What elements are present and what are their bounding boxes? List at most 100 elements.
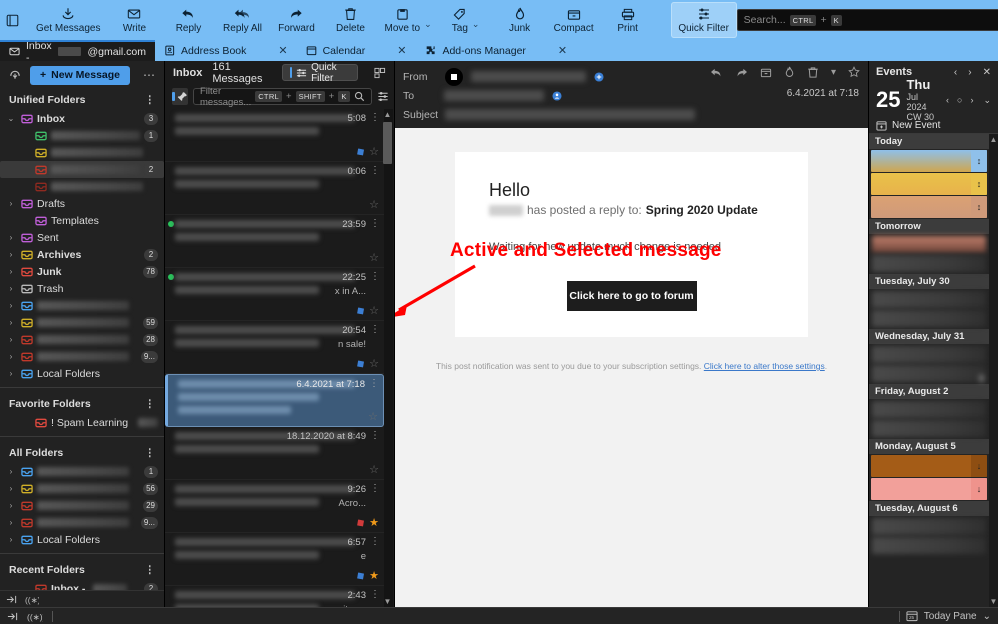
folder-item-redacted[interactable]: › 9... [0,514,164,531]
folder-twisty-icon[interactable]: › [6,318,16,327]
folder-twisty-icon[interactable]: › [6,267,16,276]
star-icon[interactable]: ☆ [369,251,379,264]
message-row-menu-icon[interactable]: ⋮ [370,430,380,441]
event-resize-handle[interactable]: ↕ [971,196,987,218]
tag-icon[interactable]: ◆ [353,568,367,584]
close-icon[interactable]: ✕ [397,44,406,57]
connection-icon[interactable]: ((∗)) [27,611,43,622]
events-scroll-down-icon[interactable]: ▼ [989,596,998,607]
events-close-button[interactable]: ✕ [983,67,991,78]
today-pane-icon[interactable]: 25 [906,610,918,622]
expand-minimonth-button[interactable]: ⌄ [983,95,991,106]
message-row-menu-icon[interactable]: ⋮ [370,324,380,335]
folder-item-drafts[interactable]: › Drafts [0,195,164,212]
folder-twisty-icon[interactable]: › [6,284,16,293]
message-row[interactable]: 23:59 ⋮ ☆ [165,215,384,268]
star-icon[interactable]: ★ [369,516,379,529]
global-search-input[interactable]: Search... CTRL + K [736,9,998,31]
tab-addons-manager[interactable]: Add-ons Manager ✕ [415,40,576,61]
folder-section-menu-icon[interactable]: ⋮ [145,447,156,459]
quick-filter-button[interactable]: Quick Filter [281,62,358,84]
quick-filter-toolbar-button[interactable]: Quick Filter [670,2,737,38]
search-icon[interactable] [354,91,365,102]
mini-prev-button[interactable]: ‹ [946,95,949,105]
tab-inbox[interactable]: Inbox - @gmail.com [0,40,155,64]
events-prev-button[interactable]: ‹ [954,67,957,78]
chevron-down-icon[interactable]: ▾ [831,67,836,78]
move-to-button[interactable]: Move to ⌄ [377,2,438,38]
calendar-event[interactable]: ↓ [871,478,987,500]
get-messages-button[interactable]: Get Messages [29,2,107,38]
star-icon[interactable]: ☆ [369,357,379,370]
folder-twisty-icon[interactable]: › [6,199,16,208]
folder-twisty-icon[interactable]: › [6,369,16,378]
scroll-up-icon[interactable]: ▲ [383,109,392,120]
event-resize-handle[interactable]: ↕ [971,150,987,172]
folder-item-redacted[interactable]: 1 [0,127,164,144]
calendar-event[interactable] [872,291,986,308]
folder-item-trash[interactable]: › Trash [0,280,164,297]
message-row-menu-icon[interactable]: ⋮ [370,112,380,123]
message-row[interactable]: 9:26 ⋮ Acro... ◆ ★ [165,480,384,533]
tag-icon[interactable]: ◆ [353,303,367,319]
forum-cta-button[interactable]: Click here to go to forum [566,281,697,311]
forward-icon[interactable] [735,67,748,78]
forward-button[interactable]: Forward [269,2,323,38]
app-menu-icon[interactable] [6,5,19,35]
scroll-down-icon[interactable]: ▼ [383,596,392,607]
junk-fire-icon[interactable] [784,66,795,78]
message-row[interactable]: 5:08 ⋮ ◆ ☆ [165,109,384,162]
star-icon[interactable]: ☆ [368,410,378,423]
folder-item-sent[interactable]: › Sent [0,229,164,246]
reply-all-button[interactable]: Reply All [215,2,269,38]
folder-item-redacted[interactable]: › 56 [0,480,164,497]
folder-twisty-icon[interactable]: › [6,352,16,361]
column-options-icon[interactable] [374,67,386,79]
archive-icon[interactable] [760,66,772,78]
calendar-event[interactable]: ↕ [871,150,987,172]
unread-indicator[interactable] [168,221,174,227]
message-list-scrollbar[interactable]: ▲ ▼ [383,109,393,607]
calendar-event[interactable] [872,346,986,363]
folder-section-menu-icon[interactable]: ⋮ [145,94,156,106]
calendar-event[interactable] [872,255,986,272]
scroll-thumb[interactable] [383,122,392,164]
events-scroll-up-icon[interactable]: ▲ [989,134,998,145]
contact-add-icon[interactable] [594,71,604,82]
folder-twisty-icon[interactable]: › [6,250,16,259]
star-icon[interactable]: ★ [369,569,379,582]
calendar-event[interactable]: g [872,365,986,382]
message-row-menu-icon[interactable]: ⋮ [369,378,379,389]
mini-next-button[interactable]: › [970,95,973,105]
folder-item-redacted[interactable] [0,178,164,195]
folder-item-junk[interactable]: › Junk 78 [0,263,164,280]
folder-item-redacted[interactable]: › 29 [0,497,164,514]
folder-item-inbox[interactable]: Inbox - 2 [0,580,164,590]
tag-icon[interactable]: ◆ [353,144,367,160]
folder-item-local-folders[interactable]: › Local Folders [0,365,164,382]
calendar-event[interactable] [872,518,986,535]
tab-calendar[interactable]: Calendar ✕ [297,40,416,61]
junk-button[interactable]: Junk [493,2,547,38]
trash-icon[interactable] [807,66,819,78]
event-resize-handle[interactable]: ↕ [971,173,987,195]
event-resize-handle[interactable]: ↓ [971,455,987,477]
folder-item-redacted[interactable] [0,144,164,161]
folder-item-archives[interactable]: › Archives 2 [0,246,164,263]
folder-twisty-icon[interactable]: › [6,335,16,344]
folder-twisty-icon[interactable]: › [6,233,16,242]
folder-pane-more-icon[interactable]: ⋯ [143,68,156,82]
star-icon[interactable] [848,66,860,78]
folder-item-templates[interactable]: Templates [0,212,164,229]
folder-section-menu-icon[interactable]: ⋮ [145,564,156,576]
chevron-down-icon[interactable]: ⌄ [472,19,480,30]
calendar-event[interactable]: ↕ [871,173,987,195]
subscription-settings-link[interactable]: Click here to alter those settings [704,361,825,371]
new-message-button[interactable]: + New Message [30,65,131,85]
today-pane-label[interactable]: Today Pane [924,611,977,622]
filter-messages-input[interactable]: Filter messages... CTRL + SHIFT + K [193,86,372,108]
message-row-menu-icon[interactable]: ⋮ [370,165,380,176]
folder-twisty-icon[interactable]: › [6,301,16,310]
close-icon[interactable]: ✕ [278,44,287,57]
mini-today-button[interactable]: ○ [957,95,962,105]
